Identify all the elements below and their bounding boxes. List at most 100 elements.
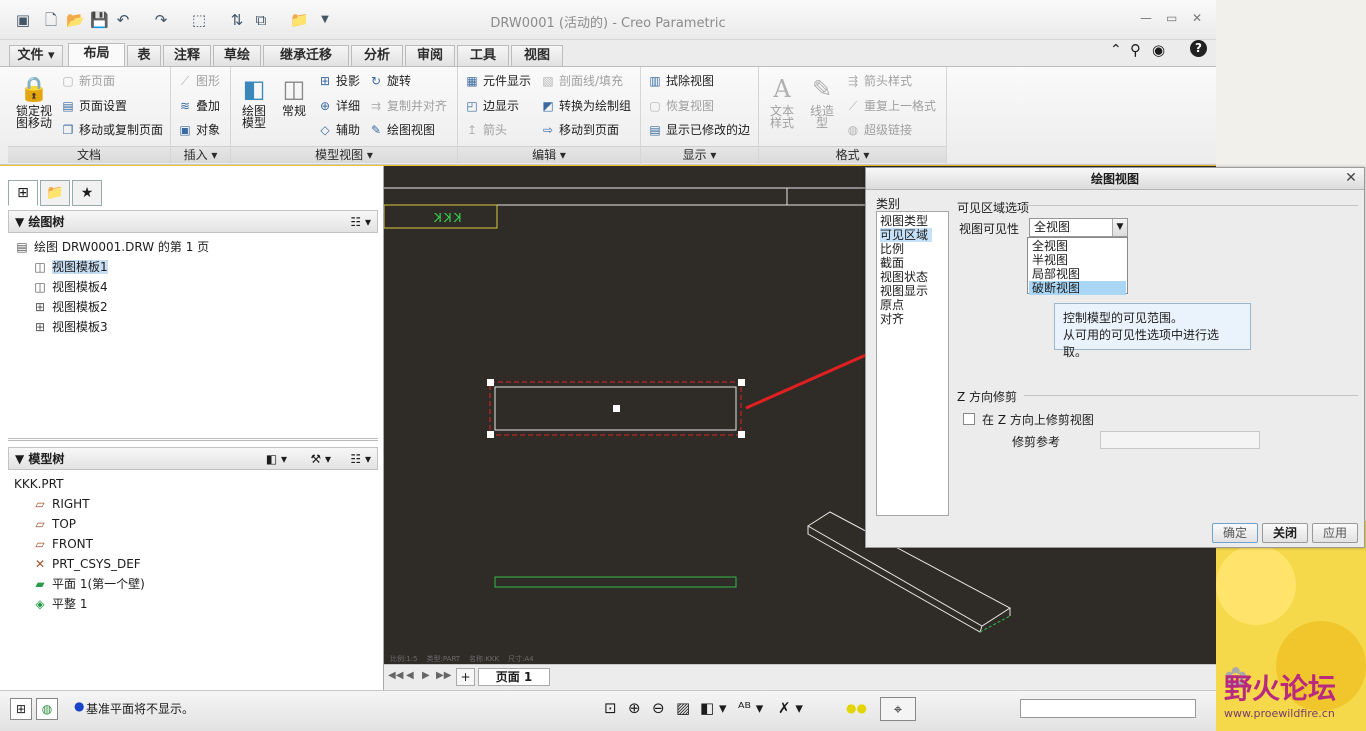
drawing-tree-root[interactable]: ▤ 绘图 DRW0001.DRW 的第 1 页 (14, 237, 209, 257)
tree-item-view-template-3[interactable]: ⊞ 视图模板3 (32, 317, 108, 337)
option-broken-view[interactable]: 破断视图 (1029, 281, 1126, 295)
resize-handle[interactable] (487, 379, 494, 386)
tree-item-top[interactable]: ▱ TOP (32, 514, 76, 534)
tree-settings-icon[interactable]: ☷ ▾ (350, 448, 371, 470)
object-button[interactable]: ▣ 对象 (177, 122, 220, 138)
tree-tab-icon[interactable]: ⊞ (8, 180, 38, 206)
arrow-button[interactable]: ↥ 箭头 (464, 122, 507, 138)
tree-item-csys[interactable]: ✕ PRT_CSYS_DEF (32, 554, 141, 574)
lock-view-move-button[interactable]: 🔒 锁定视图移动 (12, 75, 56, 129)
category-alignment[interactable]: 对齐 (880, 312, 904, 326)
repeat-format-button[interactable]: ⟋ 重复上一格式 (845, 98, 936, 114)
folder-tab-icon[interactable]: 📁 (40, 180, 70, 206)
move-copy-page-button[interactable]: ❐ 移动或复制页面 (60, 122, 163, 138)
move-to-page-button[interactable]: ⇨ 移动到页面 (540, 122, 619, 138)
tab-legacy-migration[interactable]: 继承迁移 (263, 45, 349, 66)
collapse-ribbon-icon[interactable]: ⌃ (1110, 42, 1122, 58)
tab-layout[interactable]: 布局 (68, 43, 125, 67)
find-icon[interactable]: ⌖ (880, 697, 916, 721)
convert-group-button[interactable]: ◩ 转换为绘制组 (540, 98, 631, 114)
tree-item-view-template-4[interactable]: ◫ 视图模板4 (32, 277, 107, 297)
option-partial-view[interactable]: 局部视图 (1029, 267, 1126, 281)
zoom-fit-icon[interactable]: ⊡ (604, 699, 617, 717)
resize-handle[interactable] (487, 431, 494, 438)
tab-sketch[interactable]: 草绘 (213, 45, 261, 66)
group-label-display[interactable]: 显示 ▾ (641, 146, 758, 163)
tree-item-flatten-1[interactable]: ◈ 平整 1 (32, 594, 87, 614)
tree-tools-icon[interactable]: ⚒ ▾ (310, 448, 331, 470)
model-tree-root[interactable]: KKK.PRT (14, 474, 63, 494)
z-clip-checkbox[interactable] (963, 413, 975, 425)
trim-reference-field[interactable] (1100, 431, 1260, 449)
tab-annotate[interactable]: 注释 (163, 45, 211, 66)
group-label-insert[interactable]: 插入 ▾ (171, 146, 230, 163)
datum-display-icon[interactable]: ✗ ▾ (778, 699, 803, 717)
copy-align-button[interactable]: ⇉ 复制并对齐 (368, 98, 447, 114)
line-style-button[interactable]: ✎ 线造型 (803, 75, 841, 129)
drawing-view-button[interactable]: ✎ 绘图视图 (368, 122, 435, 138)
tree-item-plane-1[interactable]: ▰ 平面 1(第一个壁) (32, 574, 144, 594)
new-page-button[interactable]: ▢ 新页面 (60, 73, 115, 89)
element-display-button[interactable]: ▦ 元件显示 (464, 73, 531, 89)
minimize-icon[interactable]: — (1140, 11, 1152, 25)
group-label-model-views[interactable]: 模型视图 ▾ (231, 146, 457, 163)
xhatch-button[interactable]: ▧ 剖面线/填充 (540, 73, 623, 89)
category-view-state[interactable]: 视图状态 (880, 270, 928, 284)
restore-view-button[interactable]: ▢ 恢复视图 (647, 98, 714, 114)
navigator-toggle-icon[interactable]: ⊞ (10, 698, 32, 720)
browser-toggle-icon[interactable]: ◍ (36, 698, 58, 720)
tab-review[interactable]: 审阅 (405, 45, 455, 66)
overlay-button[interactable]: ≋ 叠加 (177, 98, 220, 114)
drawing-model-button[interactable]: ◧ 绘图模型 (235, 75, 273, 129)
category-scale[interactable]: 比例 (880, 242, 904, 256)
option-half-view[interactable]: 半视图 (1029, 253, 1126, 267)
zoom-in-icon[interactable]: ⊕ (628, 699, 641, 717)
close-icon[interactable]: ✕ (1192, 11, 1202, 25)
category-section[interactable]: 截面 (880, 256, 904, 270)
graph-button[interactable]: ⟋ 图形 (177, 73, 220, 89)
detail-button[interactable]: ⊕ 详细 (317, 98, 360, 114)
tab-tools[interactable]: 工具 (457, 45, 509, 66)
category-view-type[interactable]: 视图类型 (880, 214, 928, 228)
tab-analysis[interactable]: 分析 (351, 45, 403, 66)
community-icon[interactable]: ◉ (1152, 41, 1165, 59)
add-page-button[interactable]: + (456, 668, 475, 686)
general-view-button[interactable]: ◫ 常规 (275, 75, 313, 117)
model-display-icon[interactable]: ◧ ▾ (266, 448, 287, 470)
show-modified-edges-button[interactable]: ▤ 显示已修改的边 (647, 122, 750, 138)
close-button[interactable]: 关闭 (1262, 523, 1308, 543)
last-page-icon[interactable]: ▶▶ (436, 670, 451, 681)
auxiliary-button[interactable]: ◇ 辅助 (317, 122, 360, 138)
hyperlink-button[interactable]: ◍ 超级链接 (845, 122, 912, 138)
prev-page-icon[interactable]: ◀ (406, 670, 414, 681)
category-origin[interactable]: 原点 (880, 298, 904, 312)
tab-table[interactable]: 表 (127, 45, 161, 66)
tree-item-front[interactable]: ▱ FRONT (32, 534, 93, 554)
apply-button[interactable]: 应用 (1312, 523, 1358, 543)
page-setup-button[interactable]: ▤ 页面设置 (60, 98, 127, 114)
tree-settings-icon[interactable]: ☷ ▾ (350, 211, 371, 233)
text-style-button[interactable]: A 文本样式 (763, 75, 801, 129)
rotate-button[interactable]: ↻ 旋转 (368, 73, 411, 89)
group-label-format[interactable]: 格式 ▾ (759, 146, 946, 163)
filter-dropdown[interactable] (1020, 699, 1196, 718)
repaint-icon[interactable]: ▨ (676, 699, 690, 717)
tab-view[interactable]: 视图 (511, 45, 563, 66)
search-icon[interactable]: ⚲ (1130, 41, 1141, 59)
next-page-icon[interactable]: ▶ (422, 670, 430, 681)
panel-splitter[interactable] (8, 438, 378, 441)
favorites-tab-icon[interactable]: ★ (72, 180, 102, 206)
tab-file[interactable]: 文件 ▾ (9, 45, 63, 66)
ok-button[interactable]: 确定 (1212, 523, 1258, 543)
help-icon[interactable]: ? (1190, 40, 1207, 57)
first-page-icon[interactable]: ◀◀ (388, 670, 403, 681)
tree-item-view-template-1[interactable]: ◫ 视图模板1 (32, 257, 108, 277)
display-style-icon[interactable]: ◧ ▾ (700, 699, 726, 717)
projection-button[interactable]: ⊞ 投影 (317, 73, 360, 89)
erase-view-button[interactable]: ▥ 拭除视图 (647, 73, 714, 89)
edge-display-button[interactable]: ◰ 边显示 (464, 98, 519, 114)
resize-handle[interactable] (738, 379, 745, 386)
category-view-display[interactable]: 视图显示 (880, 284, 928, 298)
text-display-icon[interactable]: ᴬᴮ ▾ (738, 699, 763, 717)
close-icon[interactable]: ✕ (1344, 171, 1358, 185)
